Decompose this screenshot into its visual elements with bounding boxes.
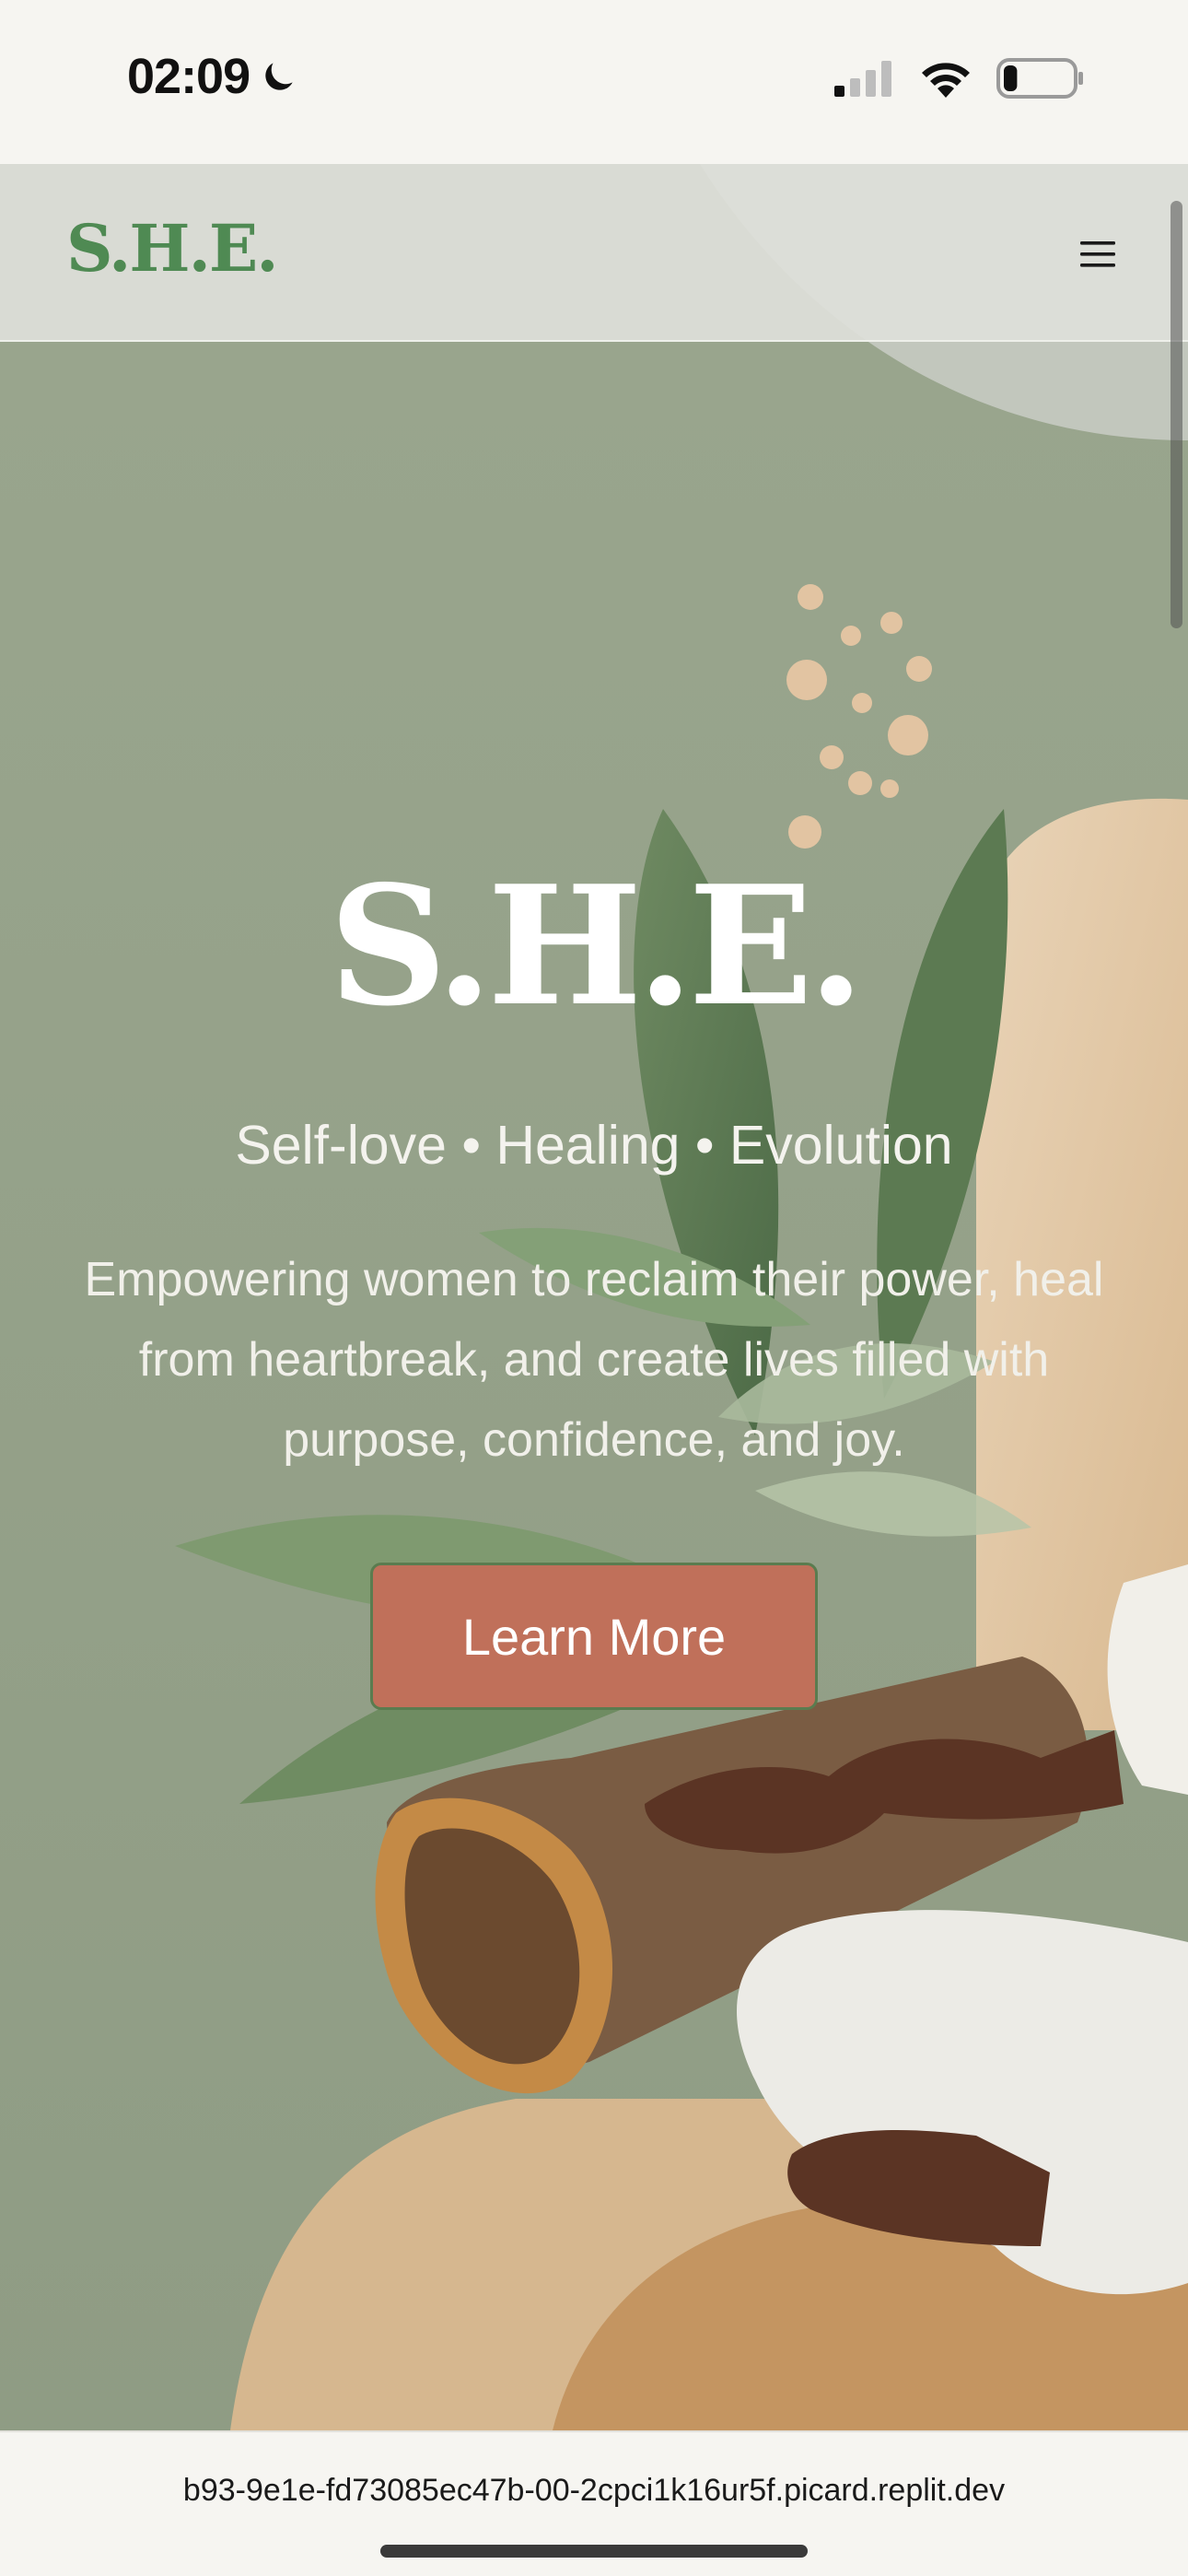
moon-icon	[265, 63, 293, 90]
battery-icon	[996, 58, 1083, 99]
browser-address-bar[interactable]: b93-9e1e-fd73085ec47b-00-2cpci1k16ur5f.p…	[0, 2430, 1188, 2576]
home-indicator[interactable]	[380, 2545, 808, 2558]
hero-description: Empowering women to reclaim their power,…	[84, 1253, 1104, 1467]
site-logo[interactable]: S.H.E.	[66, 210, 279, 287]
status-time-text: 02:09	[127, 49, 250, 104]
status-time: 02:09	[127, 48, 299, 105]
hamburger-menu-icon	[1080, 241, 1115, 267]
browser-url[interactable]: b93-9e1e-fd73085ec47b-00-2cpci1k16ur5f.p…	[0, 2473, 1188, 2509]
hero-tagline: Self-love • Healing • Evolution	[235, 1115, 953, 1176]
wifi-icon	[922, 63, 970, 98]
hero-section: S.H.E. Self-love • Healing • Evolution E…	[0, 164, 1188, 2430]
learn-more-button[interactable]: Learn More	[370, 1563, 818, 1710]
site-header: S.H.E.	[0, 164, 1188, 342]
status-bar: 02:09	[0, 0, 1188, 164]
page-scrollbar[interactable]	[1171, 201, 1182, 628]
cellular-signal-icon	[834, 61, 891, 97]
menu-button[interactable]	[1072, 228, 1124, 280]
hero-title: S.H.E.	[329, 849, 865, 1042]
status-indicators	[833, 57, 1085, 100]
